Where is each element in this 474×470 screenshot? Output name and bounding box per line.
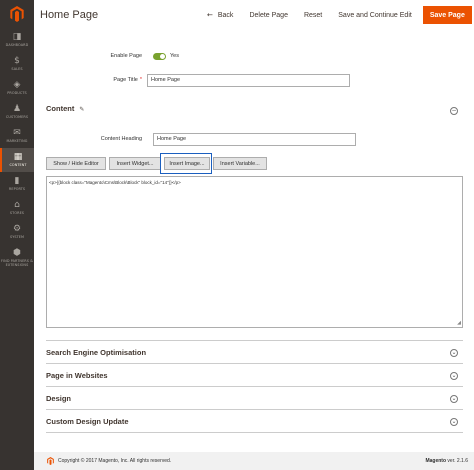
section-divider [46,363,463,364]
nav-customers-label: CUSTOMERS [5,115,29,119]
section-divider [46,340,463,341]
section-divider [46,409,463,410]
page-title-label: Page Title * [113,77,142,83]
resize-handle-icon[interactable]: ◢ [457,320,461,326]
admin-sidebar: ◨ DASHBOARD $ SALES ◈ PRODUCTS ♟ CUSTOME… [0,0,34,470]
nav-reports-label: REPORTS [8,187,26,191]
section-divider [46,386,463,387]
enable-page-value: Yes [170,53,179,59]
section-divider [46,432,463,433]
insert-image-highlight [160,153,212,174]
version-label: Magento [425,458,447,464]
megaphone-icon: ✉ [13,128,21,138]
nav-dashboard-label: DASHBOARD [5,43,29,47]
cube-icon: ◈ [13,80,21,90]
version-info: Magento ver. 2.1.6 [425,458,468,464]
nav-customers[interactable]: ♟ CUSTOMERS [0,100,34,124]
expand-custom-design-icon[interactable]: ⌄ [450,418,458,426]
nav-marketing-label: MARKETING [6,139,28,143]
magento-logo[interactable] [0,0,34,28]
nav-sales[interactable]: $ SALES [0,52,34,76]
nav-reports[interactable]: ▮ REPORTS [0,172,34,196]
seo-section-title[interactable]: Search Engine Optimisation [46,348,146,357]
nav-system-label: SYSTEM [9,235,25,239]
editor-content-text: <p>{{block class="Magento\Cms\Block\Bloc… [49,180,181,185]
nav-content-label: CONTENT [9,163,27,167]
show-hide-editor-button[interactable]: Show / Hide Editor [46,157,106,170]
page-form: Enable Page Yes Page Title * Home Page Co… [34,30,474,470]
nav-stores-label: STORES [9,211,25,215]
enable-page-row: Enable Page Yes [74,51,179,61]
back-button-label: Back [217,11,234,19]
content-heading-label: Content Heading [100,136,142,142]
page-header: Home Page ← Back Delete Page Reset Save … [34,0,474,30]
insert-widget-button[interactable]: Insert Widget... [109,157,161,170]
person-icon: ♟ [12,104,22,114]
back-button[interactable]: ← Back [202,6,238,24]
nav-products[interactable]: ◈ PRODUCTS [0,76,34,100]
page-title-row: Page Title * Home Page [74,73,350,87]
gear-icon: ⚙ [12,224,22,234]
save-and-continue-button[interactable]: Save and Continue Edit [333,6,417,24]
pencil-icon: ✎ [79,106,85,113]
nav-dashboard[interactable]: ◨ DASHBOARD [0,28,34,52]
content-editor-textarea[interactable]: <p>{{block class="Magento\Cms\Block\Bloc… [46,176,463,328]
expand-websites-icon[interactable]: ⌄ [450,372,458,380]
insert-variable-button[interactable]: Insert Variable... [213,157,267,170]
content-section-title: Content [46,104,75,113]
nav-content[interactable]: ▦ CONTENT [0,148,34,172]
save-page-button[interactable]: Save Page [422,6,472,24]
nav-stores[interactable]: ⌂ STORES [0,196,34,220]
design-section-title[interactable]: Design [46,394,71,403]
nav-products-label: PRODUCTS [7,91,27,95]
custom-design-section-title[interactable]: Custom Design Update [46,417,129,426]
nav-sales-label: SALES [11,67,23,71]
page-title: Home Page [40,9,99,21]
version-value: ver. 2.1.6 [447,458,468,464]
magento-logo-icon [10,6,24,22]
expand-seo-icon[interactable]: ⌄ [450,349,458,357]
content-section-header[interactable]: Content ✎ [46,104,84,113]
nav-find-partners[interactable]: ⬢ FIND PARTNERS & EXTENSIONS [0,244,34,272]
nav-system[interactable]: ⚙ SYSTEM [0,220,34,244]
nav-find-partners-label: FIND PARTNERS & EXTENSIONS [1,259,33,267]
reset-button[interactable]: Reset [299,6,327,24]
websites-section-title[interactable]: Page in Websites [46,371,108,380]
arrow-left-icon: ← [207,11,213,19]
nav-marketing[interactable]: ✉ MARKETING [0,124,34,148]
page-title-input[interactable]: Home Page [147,73,350,87]
layout-icon: ▦ [13,152,23,162]
delete-page-button[interactable]: Delete Page [244,6,293,24]
content-heading-row: Content Heading Home Page [74,132,356,146]
enable-page-label: Enable Page [110,53,143,59]
collapse-content-icon[interactable]: − [450,107,458,115]
store-icon: ⌂ [14,200,20,210]
partners-icon: ⬢ [13,248,21,258]
dashboard-icon: ◨ [12,32,22,42]
bar-chart-icon: ▮ [14,176,20,186]
enable-page-toggle[interactable] [153,52,166,60]
page-footer: Copyright © 2017 Magento, Inc. All right… [34,452,474,470]
dollar-icon: $ [14,56,20,66]
content-heading-input[interactable]: Home Page [153,132,356,146]
expand-design-icon[interactable]: ⌄ [450,395,458,403]
magento-footer-logo-icon [47,457,54,465]
copyright-text: Copyright © 2017 Magento, Inc. All right… [58,458,172,464]
